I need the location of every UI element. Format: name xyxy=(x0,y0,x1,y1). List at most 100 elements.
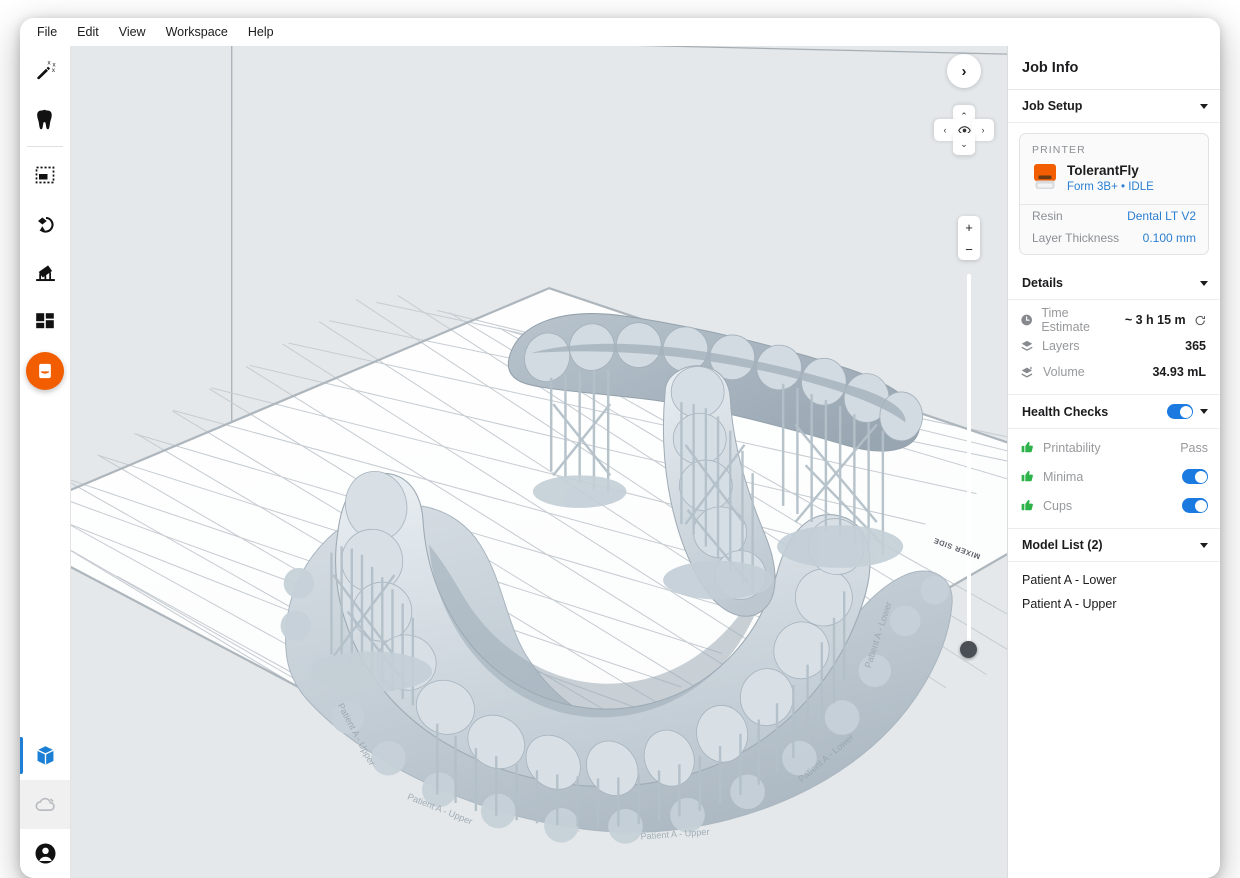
details-label: Details xyxy=(1022,276,1063,290)
cups-label: Cups xyxy=(1043,498,1073,513)
section-header-job-setup[interactable]: Job Setup xyxy=(1008,90,1220,123)
cloud-icon xyxy=(35,797,55,811)
orient-icon xyxy=(37,216,54,233)
printer-icon xyxy=(1034,164,1056,189)
toolbar-divider xyxy=(27,146,63,147)
section-header-details[interactable]: Details xyxy=(1008,267,1220,300)
chevron-down-icon[interactable] xyxy=(1200,280,1208,286)
navigation-pad[interactable]: ⌃ ‹ › ⌄ xyxy=(934,105,994,155)
layout-icon xyxy=(36,312,54,328)
section-header-health-checks[interactable]: Health Checks xyxy=(1008,395,1220,429)
list-item[interactable]: Patient A - Lower xyxy=(1022,568,1206,592)
print-active-circle xyxy=(26,351,64,390)
svg-text:x: x xyxy=(52,67,56,74)
clock-icon xyxy=(1021,314,1032,326)
build-scene: Patient A - Upper Patient A - Upper Pati… xyxy=(71,46,1007,878)
layer-thickness-value: 0.100 mm xyxy=(1142,231,1196,245)
menu-item-file[interactable]: File xyxy=(28,22,66,42)
job-info-panel: Job Info Job Setup PRINTER TolerantFly F… xyxy=(1007,46,1220,878)
cups-toggle[interactable] xyxy=(1182,498,1208,513)
3d-viewport[interactable]: Patient A - Upper Patient A - Upper Pati… xyxy=(71,46,1007,878)
minima-label: Minima xyxy=(1043,469,1084,484)
volume-icon xyxy=(1021,366,1033,378)
minima-toggle[interactable] xyxy=(1182,469,1208,484)
volume-label: Volume xyxy=(1043,365,1085,379)
layer-thickness-label: Layer Thickness xyxy=(1032,231,1120,245)
menu-item-workspace[interactable]: Workspace xyxy=(157,22,237,42)
volume-value: 34.93 mL xyxy=(1152,365,1206,379)
model-list-label: Model List (2) xyxy=(1022,538,1103,552)
layers-value: 365 xyxy=(1185,339,1206,353)
detail-row-layers: Layers 365 xyxy=(1020,333,1206,359)
account-icon xyxy=(35,843,55,864)
thumbs-up-icon xyxy=(1021,470,1033,482)
resin-value: Dental LT V2 xyxy=(1127,209,1196,223)
cube-icon-button[interactable] xyxy=(20,731,70,780)
nav-down-button[interactable]: ⌄ xyxy=(953,133,975,155)
printer-card-top: PRINTER TolerantFly Form 3B+ • IDLE xyxy=(1020,134,1208,204)
printer-card-wrapper: PRINTER TolerantFly Form 3B+ • IDLE Resi… xyxy=(1008,123,1220,267)
chevron-down-icon[interactable] xyxy=(1200,103,1208,109)
health-row-printability: Printability Pass xyxy=(1020,433,1208,462)
print-icon-button[interactable] xyxy=(20,346,70,395)
select-icon xyxy=(35,166,55,183)
magic-wand-icon: x x x xyxy=(37,59,56,79)
printability-label: Printability xyxy=(1043,440,1101,455)
chevron-down-icon[interactable] xyxy=(1200,542,1208,548)
layers-label: Layers xyxy=(1042,339,1080,353)
zoom-out-button[interactable]: − xyxy=(958,238,980,260)
health-row-cups: Cups xyxy=(1020,491,1208,520)
supports-icon-button[interactable] xyxy=(20,248,70,297)
refresh-icon[interactable] xyxy=(1194,314,1206,327)
application-window: File Edit View Workspace Help x x x Pati… xyxy=(20,18,1220,878)
layer-thickness-row[interactable]: Layer Thickness 0.100 mm xyxy=(1020,227,1208,254)
model-list: Patient A - Lower Patient A - Upper xyxy=(1008,562,1220,626)
printer-text-block: TolerantFly Form 3B+ • IDLE xyxy=(1067,163,1154,193)
select-icon-button[interactable] xyxy=(20,150,70,199)
thumbs-up-icon xyxy=(1021,441,1033,453)
layers-icon xyxy=(1021,340,1033,351)
layout-icon-button[interactable] xyxy=(20,297,70,346)
chevron-down-icon[interactable] xyxy=(1200,409,1208,414)
health-checks-master-toggle[interactable] xyxy=(1167,404,1193,419)
printability-value: Pass xyxy=(1180,440,1208,455)
height-slider-handle[interactable] xyxy=(960,641,977,658)
resin-row[interactable]: Resin Dental LT V2 xyxy=(1020,205,1208,227)
account-icon-button[interactable] xyxy=(20,829,70,878)
menu-item-help[interactable]: Help xyxy=(239,22,283,42)
printer-card[interactable]: PRINTER TolerantFly Form 3B+ • IDLE Resi… xyxy=(1019,133,1209,255)
resin-label: Resin xyxy=(1032,209,1063,223)
health-checks-list: Printability Pass Minima Cups xyxy=(1008,429,1220,529)
nav-right-button[interactable]: › xyxy=(972,119,994,141)
job-setup-label: Job Setup xyxy=(1022,99,1083,113)
thumbs-up-icon xyxy=(1021,499,1033,511)
height-slider-track[interactable] xyxy=(966,274,971,652)
detail-row-time-estimate: Time Estimate ~ 3 h 15 m xyxy=(1020,306,1206,334)
menu-item-edit[interactable]: Edit xyxy=(68,22,108,42)
supports-icon xyxy=(35,265,55,282)
svg-text:x: x xyxy=(47,59,51,66)
printer-status: Form 3B+ • IDLE xyxy=(1067,180,1154,193)
printer-row: TolerantFly Form 3B+ • IDLE xyxy=(1032,163,1196,193)
tooth-icon xyxy=(36,109,52,130)
section-header-model-list[interactable]: Model List (2) xyxy=(1008,529,1220,562)
menu-item-view[interactable]: View xyxy=(110,22,155,42)
expand-panel-button[interactable]: › xyxy=(947,54,981,88)
details-list: Time Estimate ~ 3 h 15 m Layers 365 Volu… xyxy=(1008,300,1220,395)
magic-wand-icon-button[interactable]: x x x xyxy=(20,46,70,95)
printer-name: TolerantFly xyxy=(1067,163,1139,178)
menu-bar: File Edit View Workspace Help xyxy=(20,18,1220,46)
cloud-icon-button[interactable] xyxy=(20,780,70,829)
health-checks-label: Health Checks xyxy=(1022,404,1109,419)
print-icon xyxy=(39,363,51,378)
list-item[interactable]: Patient A - Upper xyxy=(1022,592,1206,616)
time-estimate-value: ~ 3 h 15 m xyxy=(1124,313,1186,327)
page-title: Job Info xyxy=(1008,46,1220,90)
left-toolbar: x x x xyxy=(20,46,71,878)
health-row-minima: Minima xyxy=(1020,462,1208,491)
tooth-icon-button[interactable] xyxy=(20,95,70,144)
zoom-in-button[interactable]: + xyxy=(958,216,980,238)
orient-icon-button[interactable] xyxy=(20,199,70,248)
time-estimate-label: Time Estimate xyxy=(1041,306,1090,334)
zoom-controls: + − xyxy=(958,216,980,260)
